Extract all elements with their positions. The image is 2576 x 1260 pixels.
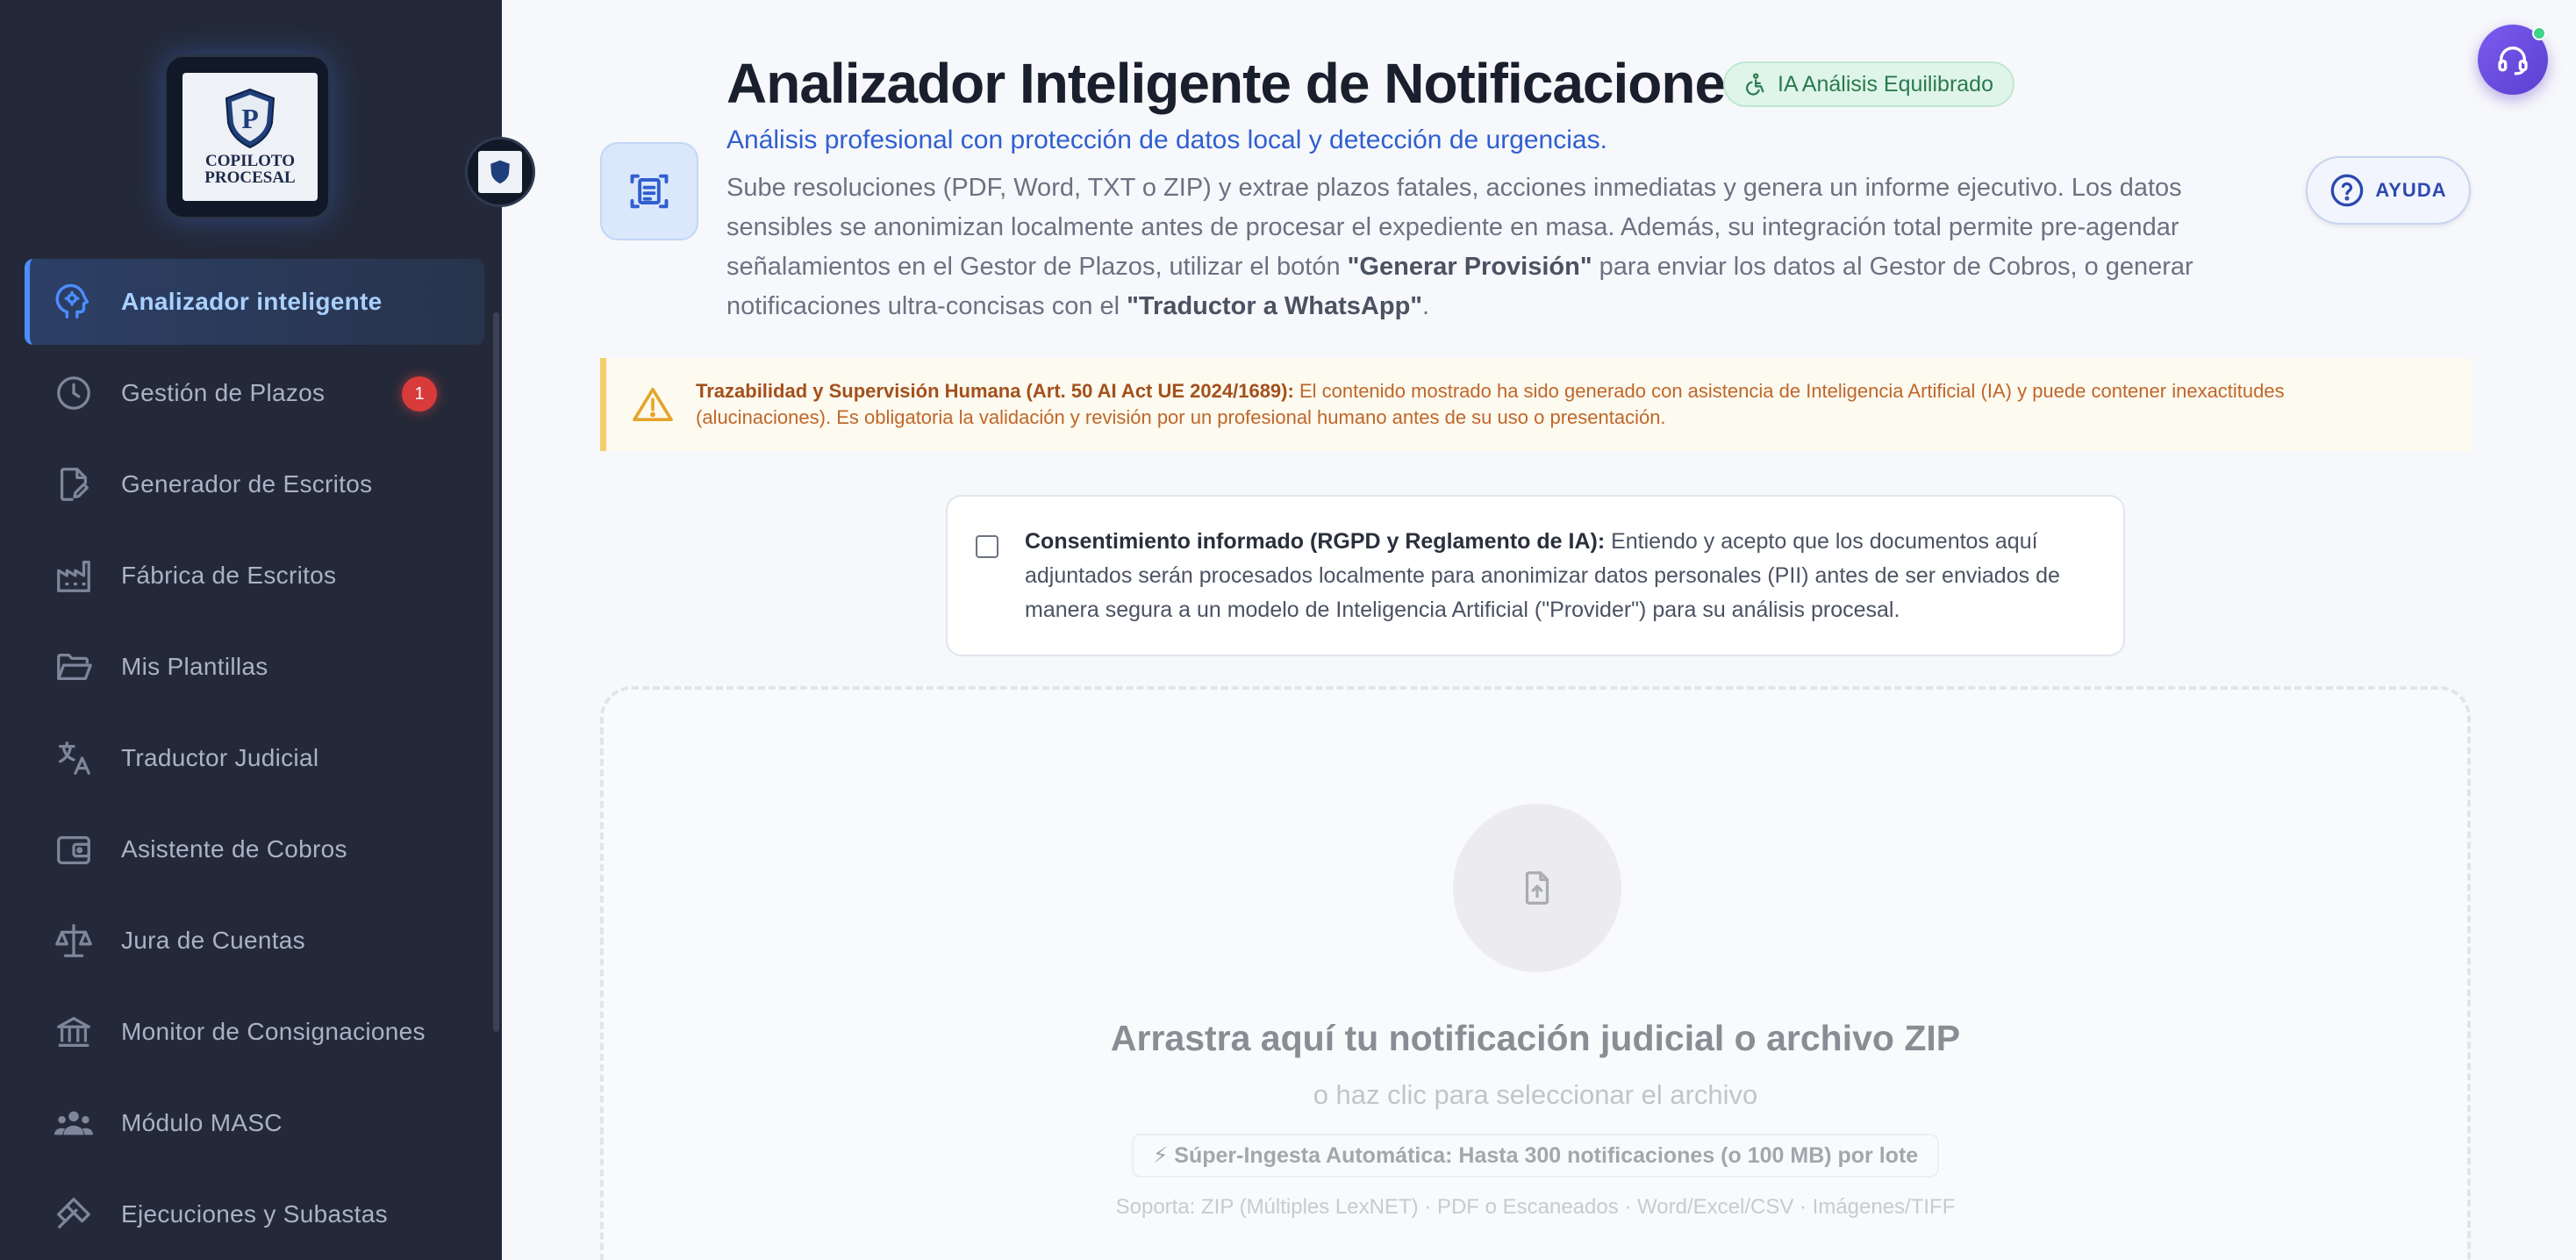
- sidebar-item-ejecuciones[interactable]: Ejecuciones y Subastas: [25, 1171, 484, 1257]
- sidebar-item-generador[interactable]: Generador de Escritos: [25, 441, 484, 527]
- warning-triangle-icon: [633, 388, 673, 421]
- sidebar-item-label: Generador de Escritos: [121, 470, 373, 498]
- supported-formats: Soporta: ZIP (Múltiples LexNET) · PDF o …: [1115, 1195, 1956, 1219]
- wallet-icon: [53, 828, 95, 870]
- sidebar-nav: Analizador inteligente Gestión de Plazos…: [25, 259, 484, 1260]
- page-description: Sube resoluciones (PDF, Word, TXT o ZIP)…: [726, 174, 2193, 320]
- clock-icon: [53, 372, 95, 414]
- support-chat-button[interactable]: [2478, 25, 2548, 95]
- sidebar-item-cobros[interactable]: Asistente de Cobros: [25, 806, 484, 892]
- sidebar: P COPILOTO PROCESAL Analizador inteligen…: [0, 0, 502, 1260]
- scale-icon: [53, 920, 95, 962]
- document-edit-icon: [53, 463, 95, 505]
- upload-circle: [1453, 804, 1621, 972]
- sidebar-scrollbar[interactable]: [493, 312, 499, 1032]
- sidebar-item-label: Jura de Cuentas: [121, 927, 305, 954]
- page-subtitle: Análisis profesional con protección de d…: [726, 125, 1607, 154]
- sidebar-item-consignaciones[interactable]: Monitor de Consignaciones: [25, 989, 484, 1075]
- document-scan-icon: [600, 142, 698, 240]
- folder-open-icon: [53, 646, 95, 688]
- consent-checkbox[interactable]: [976, 535, 998, 558]
- sidebar-item-traductor[interactable]: Traductor Judicial: [25, 715, 484, 801]
- ai-warning-banner: Trazabilidad y Supervisión Humana (Art. …: [600, 358, 2471, 451]
- brain-gear-icon: [53, 281, 95, 323]
- sidebar-item-label: Ejecuciones y Subastas: [121, 1200, 388, 1228]
- sidebar-item-jura[interactable]: Jura de Cuentas: [25, 898, 484, 984]
- page-title: Analizador Inteligente de Notificaciones: [726, 52, 1757, 115]
- sidebar-item-plantillas[interactable]: Mis Plantillas: [25, 624, 484, 710]
- consent-text: Consentimiento informado (RGPD y Reglame…: [1025, 529, 2060, 622]
- sidebar-item-fabrica[interactable]: Fábrica de Escritos: [25, 533, 484, 619]
- sidebar-item-label: Monitor de Consignaciones: [121, 1018, 426, 1045]
- translate-icon: [53, 737, 95, 779]
- file-upload-icon: [1525, 871, 1549, 905]
- notification-badge: 1: [402, 376, 437, 412]
- factory-icon: [53, 555, 95, 597]
- bank-icon: [53, 1011, 95, 1053]
- wheelchair-accessibility-icon: [1746, 73, 1764, 96]
- ia-mode-chip[interactable]: IA Análisis Equilibrado: [1723, 61, 2014, 107]
- shield-logo-icon: P: [225, 88, 275, 149]
- sidebar-item-plazos[interactable]: Gestión de Plazos 1: [25, 350, 484, 436]
- dropzone-subtitle: o haz clic para seleccionar el archivo: [1313, 1079, 1758, 1110]
- sidebar-item-label: Gestión de Plazos: [121, 379, 326, 406]
- sidebar-item-label: Asistente de Cobros: [121, 835, 347, 863]
- ia-mode-label: IA Análisis Equilibrado: [1778, 71, 1993, 97]
- sidebar-item-label: Analizador inteligente: [121, 288, 383, 315]
- gavel-hammer-icon: [53, 1193, 95, 1235]
- help-label: AYUDA: [2375, 179, 2447, 201]
- file-dropzone[interactable]: Arrastra aquí tu notificación judicial o…: [600, 686, 2471, 1260]
- online-status-dot: [2532, 26, 2546, 40]
- sidebar-item-label: Fábrica de Escritos: [121, 562, 337, 589]
- sidebar-item-label: Mis Plantillas: [121, 653, 268, 680]
- app-logo[interactable]: P COPILOTO PROCESAL: [164, 54, 331, 219]
- logo-text: COPILOTO PROCESAL: [204, 152, 296, 187]
- headset-icon: [2498, 47, 2528, 75]
- sidebar-item-label: Traductor Judicial: [121, 744, 319, 771]
- warning-text: Trazabilidad y Supervisión Humana (Art. …: [696, 380, 2285, 428]
- people-icon: [53, 1102, 95, 1144]
- dropzone-title: Arrastra aquí tu notificación judicial o…: [1110, 1018, 1961, 1058]
- sidebar-item-masc[interactable]: Módulo MASC: [25, 1080, 484, 1166]
- sidebar-item-label: Módulo MASC: [121, 1109, 283, 1136]
- ingest-limit-chip: ⚡ Súper-Ingesta Automática: Hasta 300 no…: [1132, 1134, 1939, 1178]
- help-button[interactable]: AYUDA: [2306, 156, 2471, 225]
- svg-text:P: P: [241, 103, 259, 134]
- mini-logo-icon: [478, 151, 522, 193]
- sidebar-toggle-button[interactable]: [465, 137, 535, 207]
- consent-card: Consentimiento informado (RGPD y Reglame…: [946, 495, 2125, 656]
- sidebar-item-analizador[interactable]: Analizador inteligente: [25, 259, 484, 345]
- main-content: Analizador Inteligente de Notificaciones…: [502, 0, 2576, 1260]
- question-circle-icon: [2331, 174, 2364, 207]
